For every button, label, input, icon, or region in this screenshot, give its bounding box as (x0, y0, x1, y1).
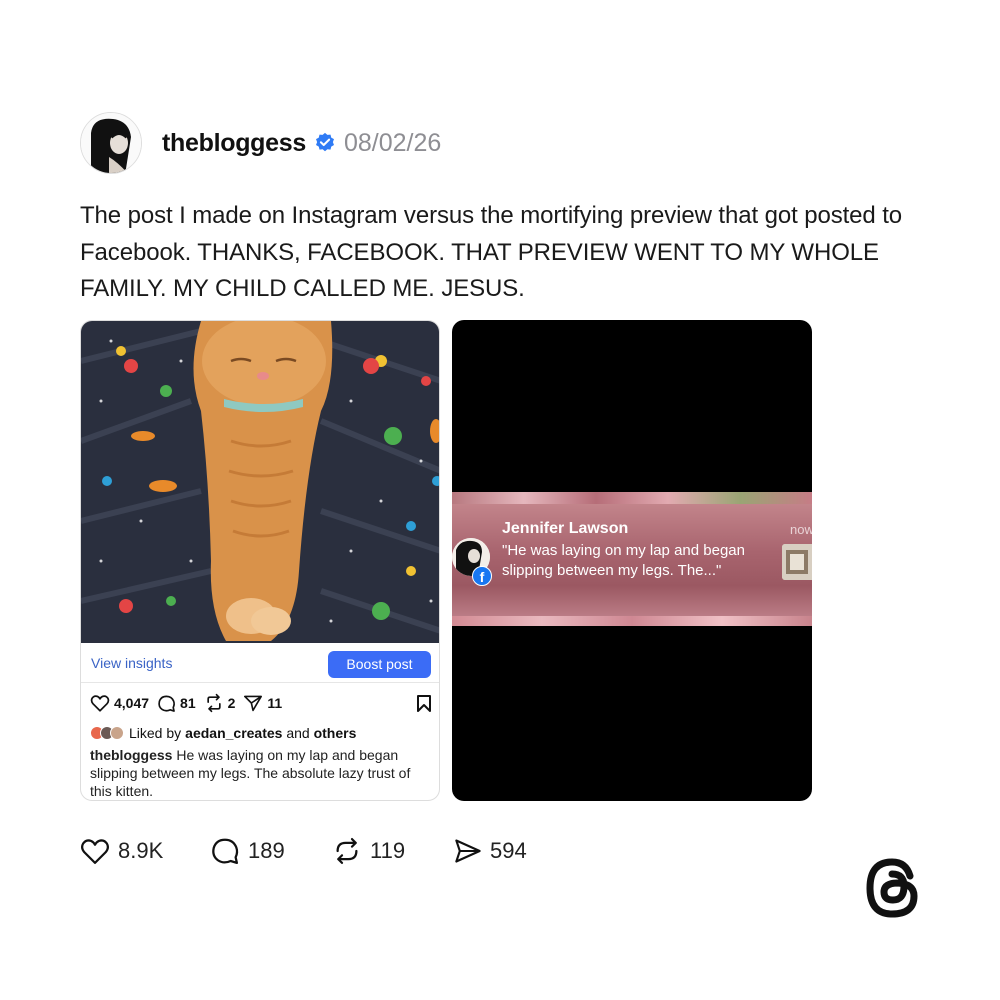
notification-top-strip (452, 492, 812, 504)
liked-by-user[interactable]: aedan_creates (185, 725, 282, 741)
threads-reply-count: 189 (248, 838, 285, 863)
ig-like-stat[interactable]: 4,047 (90, 694, 149, 712)
share-icon (455, 839, 481, 863)
notification-thumbnail (782, 544, 812, 580)
notification-time: now (790, 522, 812, 537)
bookmark-icon[interactable] (416, 694, 432, 713)
comment-icon (158, 695, 176, 712)
threads-repost-stat[interactable]: 119 (332, 836, 454, 866)
threads-reply-stat[interactable]: 189 (210, 836, 332, 866)
threads-share-count: 594 (490, 838, 527, 863)
threads-repost-count: 119 (370, 838, 406, 863)
post-text: The post I made on Instagram versus the … (80, 202, 903, 302)
liker-avatars (90, 726, 124, 740)
ig-share-stat[interactable]: 11 (243, 694, 282, 712)
boost-post-button[interactable]: Boost post (328, 651, 431, 678)
notification-sender: Jennifer Lawson (502, 520, 629, 537)
threads-like-count: 8.9K (118, 838, 164, 863)
heart-icon (90, 695, 110, 712)
repost-icon (206, 693, 221, 713)
ig-comment-count: 81 (180, 695, 196, 711)
liked-by-row: Liked by aedan_creates and others (90, 725, 356, 741)
avatar[interactable] (80, 112, 142, 174)
ig-share-count: 11 (267, 695, 283, 711)
facebook-badge-icon: f (472, 566, 492, 586)
threads-logo-icon (866, 858, 918, 918)
liked-by-and: and (282, 725, 314, 741)
threads-like-stat[interactable]: 8.9K (80, 837, 210, 865)
caption-username[interactable]: thebloggess (90, 747, 172, 763)
threads-stats-row: 8.9K 189 119 594 (80, 836, 527, 866)
share-icon (244, 695, 263, 712)
post-header: thebloggess 08/02/26 (80, 112, 441, 174)
instagram-stats-row: 4,047 81 2 11 (90, 692, 432, 714)
threads-share-stat[interactable]: 594 (454, 838, 527, 864)
heart-icon (81, 839, 109, 864)
liker-avatar (110, 726, 124, 740)
ig-repost-count: 2 (227, 695, 236, 711)
liked-by-others[interactable]: others (314, 725, 357, 741)
ig-like-count: 4,047 (114, 695, 150, 711)
notification-message: "He was laying on my lap and began slipp… (502, 542, 745, 579)
username[interactable]: thebloggess (162, 129, 306, 158)
comment-icon (212, 838, 239, 864)
facebook-preview-screenshot[interactable]: f Jennifer Lawson "He was laying on my l… (452, 320, 812, 801)
repost-icon (336, 838, 358, 864)
insights-bar: View insights Boost post (81, 643, 439, 683)
post-date: 08/02/26 (343, 128, 442, 157)
verified-icon (315, 132, 334, 152)
caption: thebloggess He was laying on my lap and … (90, 746, 435, 800)
cat-photo (81, 321, 439, 643)
instagram-post-screenshot[interactable]: View insights Boost post 4,047 81 2 11 L… (80, 320, 440, 801)
facebook-notification[interactable]: f Jennifer Lawson "He was laying on my l… (452, 492, 812, 626)
ig-repost-stat[interactable]: 2 (204, 693, 236, 713)
view-insights-link[interactable]: View insights (91, 655, 172, 671)
ig-comment-stat[interactable]: 81 (157, 694, 196, 713)
liked-by-prefix: Liked by (129, 725, 182, 741)
notification-bottom-strip (452, 616, 812, 626)
